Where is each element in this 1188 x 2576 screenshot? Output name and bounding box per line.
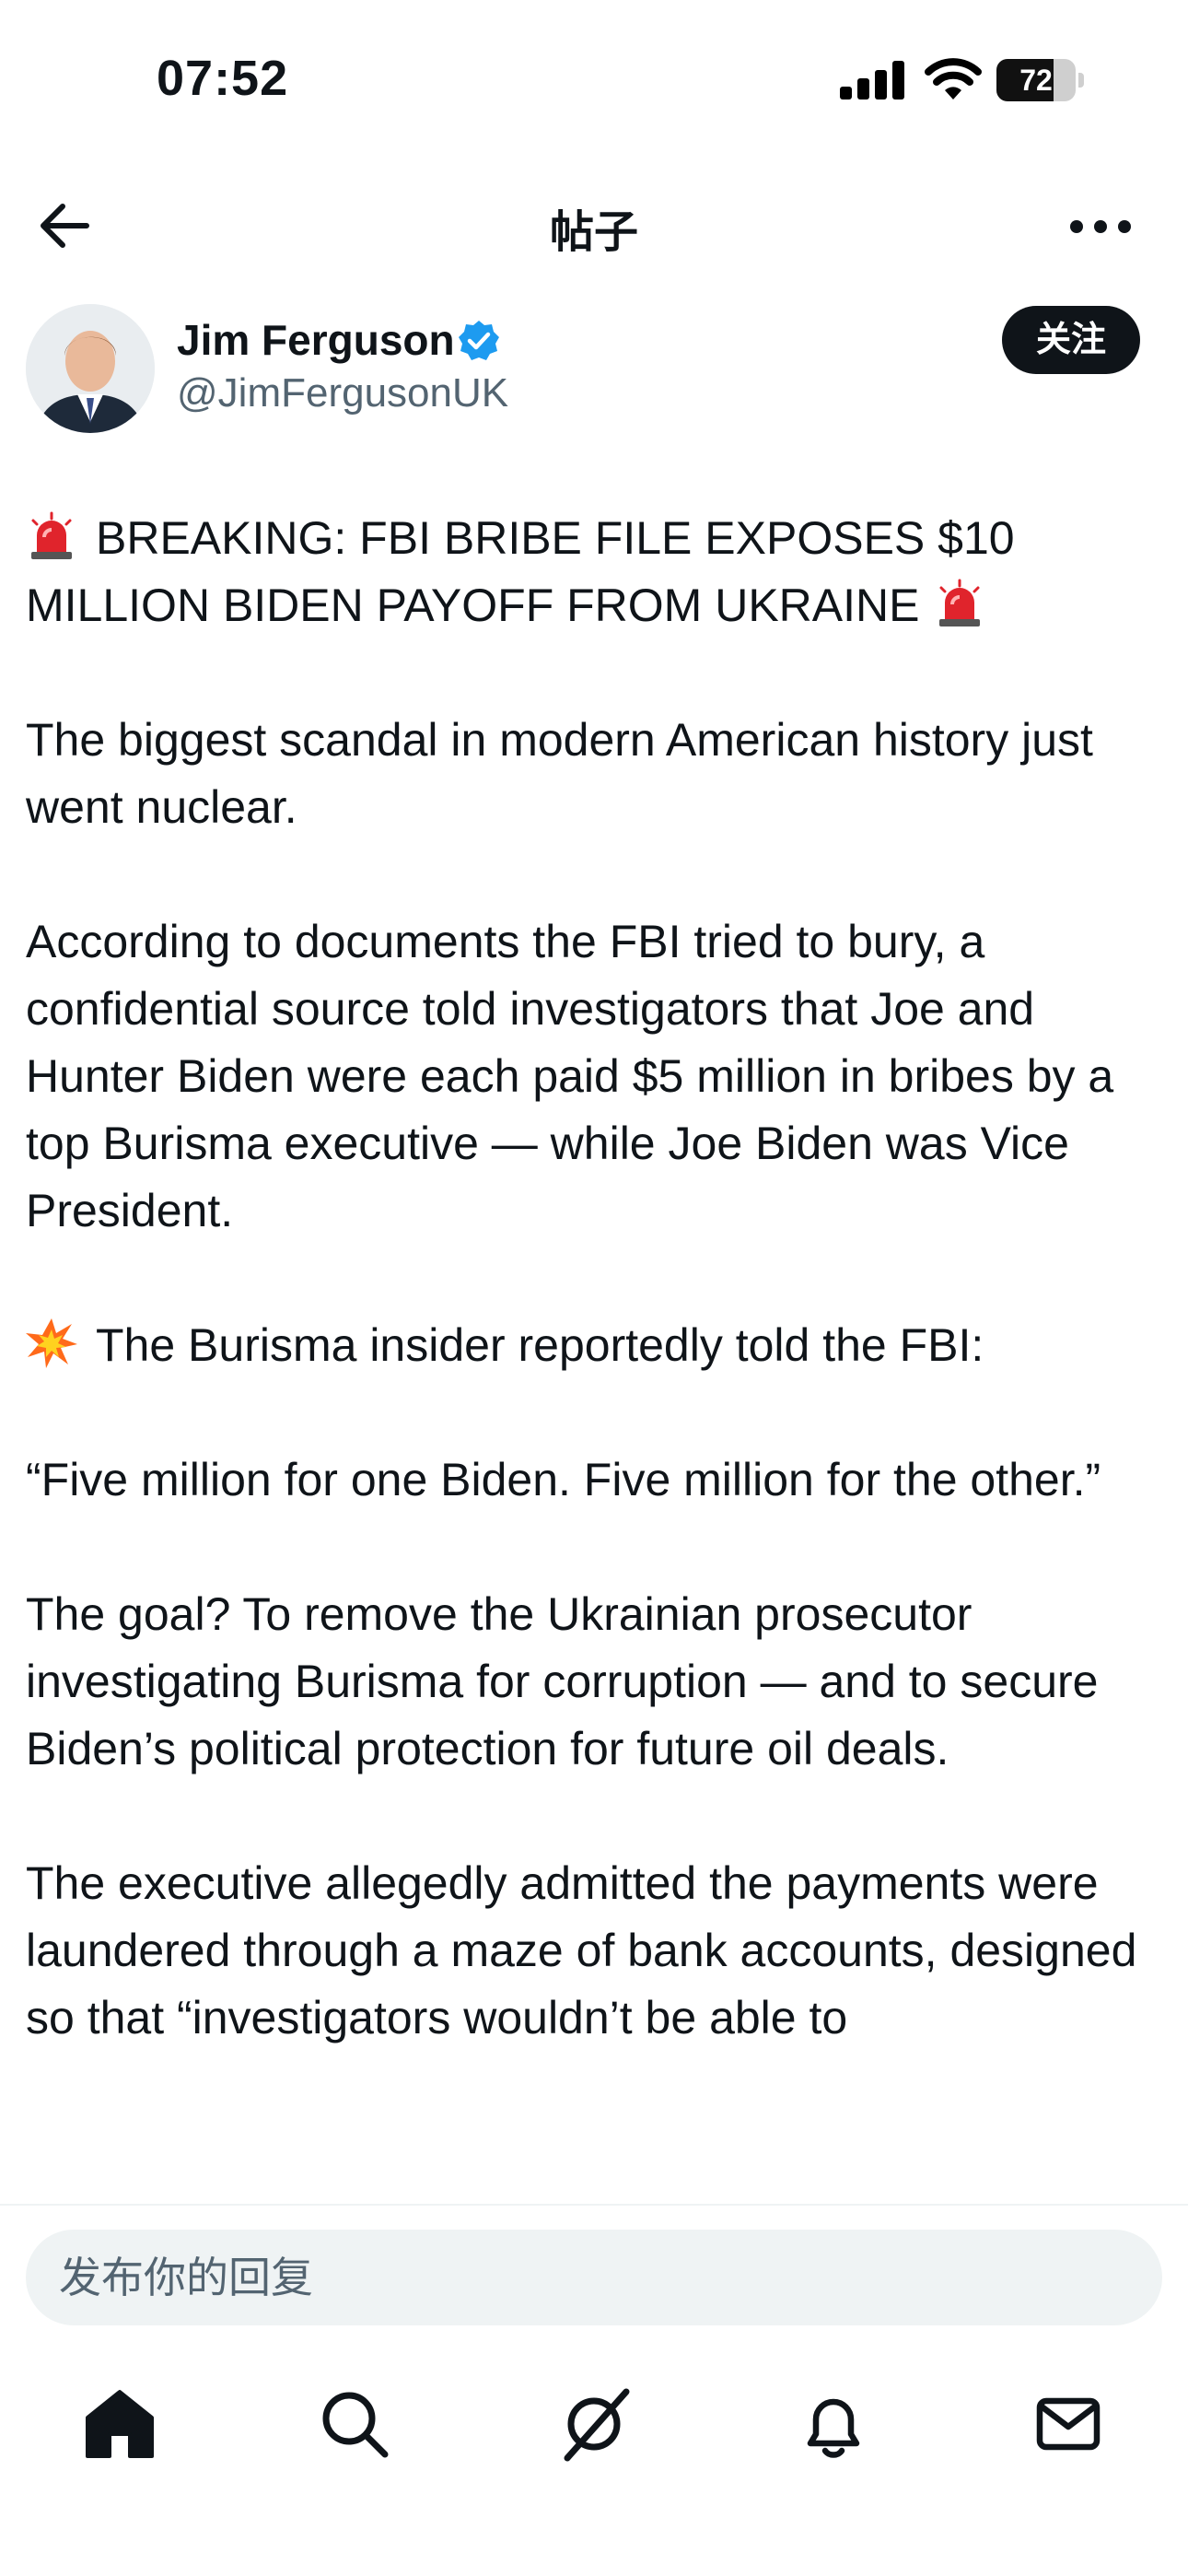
reply-bar: 发布你的回复 [0, 2204, 1188, 2342]
tab-home[interactable] [78, 2383, 161, 2465]
post-paragraph-6: The executive allegedly admitted the pay… [26, 1857, 1137, 2043]
reply-input[interactable]: 发布你的回复 [26, 2230, 1162, 2325]
home-icon [86, 2390, 154, 2458]
collision-icon [26, 1318, 77, 1368]
notifications-icon [807, 2398, 860, 2458]
post-headline-paragraph: BREAKING: FBI BRIBE FILE EXPOSES $10 MIL… [26, 505, 1168, 639]
battery-level: 72 [1019, 64, 1053, 97]
post-headline: BREAKING: FBI BRIBE FILE EXPOSES $10 MIL… [26, 512, 1015, 631]
battery-icon: 72 [996, 59, 1085, 101]
tab-messages[interactable] [1027, 2383, 1110, 2465]
grok-icon [564, 2388, 630, 2462]
post-text: BREAKING: FBI BRIBE FILE EXPOSES $10 MIL… [26, 505, 1168, 2119]
tab-notifications[interactable] [792, 2383, 875, 2465]
police-light-icon [31, 511, 72, 559]
post-paragraph-4: “Five million for one Biden. Five millio… [26, 1454, 1101, 1505]
tab-grok[interactable] [553, 2383, 635, 2465]
reply-placeholder: 发布你的回复 [59, 2254, 313, 2301]
more-horizontal-icon[interactable] [1068, 208, 1133, 245]
post-paragraph-1: The biggest scandal in modern American h… [26, 714, 1093, 833]
post-detail-screen: 07:52 72 帖子 Jim Ferguson @JimFergusonUK … [0, 0, 1188, 2576]
search-icon [322, 2392, 389, 2458]
post-paragraph-3-wrapper: The Burisma insider reportedly told the … [26, 1312, 1168, 1379]
cellular-signal-icon [840, 61, 904, 100]
status-bar: 07:52 72 [0, 0, 1188, 157]
author-handle[interactable]: @JimFergusonUK [177, 370, 508, 416]
post-paragraph-5: The goal? To remove the Ukrainian prosec… [26, 1588, 1099, 1774]
messages-icon [1036, 2397, 1101, 2451]
top-navigation: 帖子 [0, 175, 1188, 276]
page-title: 帖子 [549, 208, 638, 257]
post-paragraph-2: According to documents the FBI tried to … [26, 916, 1114, 1236]
author-name[interactable]: Jim Ferguson [177, 315, 455, 365]
author-header: Jim Ferguson @JimFergusonUK 关注 [0, 295, 1188, 442]
status-time: 07:52 [157, 51, 289, 106]
police-light-icon [939, 579, 981, 626]
verified-badge-icon [459, 321, 499, 360]
wifi-icon [925, 58, 982, 100]
bottom-tab-bar [0, 2342, 1188, 2576]
post-paragraph-3: The Burisma insider reportedly told the … [96, 1319, 984, 1371]
follow-button[interactable]: 关注 [1002, 306, 1140, 374]
avatar[interactable] [26, 304, 155, 433]
tab-search[interactable] [313, 2383, 396, 2465]
